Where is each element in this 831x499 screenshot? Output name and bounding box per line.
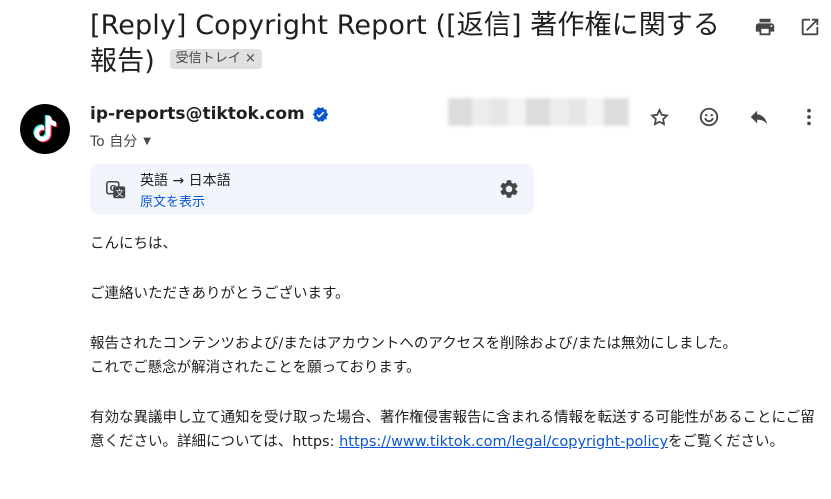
paragraph-2-tail: をご覧ください。: [668, 434, 785, 450]
email-subject: [Reply] Copyright Report ([返信] 著作権に関する報告…: [90, 8, 730, 80]
recipient-line[interactable]: To 自分 ▼: [90, 131, 151, 151]
copyright-policy-link[interactable]: https://www.tiktok.com/legal/copyright-p…: [339, 434, 668, 450]
emoji-icon[interactable]: [696, 104, 722, 130]
show-original-link[interactable]: 原文を表示: [140, 191, 205, 210]
remove-label-icon[interactable]: ×: [245, 51, 256, 66]
greeting: こんにちは、: [90, 236, 177, 252]
chevron-down-icon[interactable]: ▼: [143, 136, 151, 147]
translation-banner: G 文 英語 → 日本語 原文を表示: [90, 164, 534, 214]
thanks-line: ご連絡いただきありがとうございます。: [90, 286, 350, 302]
paragraph-1-line-2: これでご懸念が解消されたことを願っております。: [90, 360, 421, 376]
print-icon[interactable]: [752, 14, 778, 40]
email-body: こんにちは、 ご連絡いただきありがとうございます。 報告されたコンテンツおよび/…: [90, 232, 826, 454]
tiktok-logo: [33, 115, 58, 143]
reply-icon[interactable]: [746, 104, 772, 130]
paragraph-2: 有効な異議申し立て通知を受け取った場合、著作権侵害報告に含まれる情報を転送する可…: [90, 406, 826, 454]
paragraph-1-line-1: 報告されたコンテンツおよび/またはアカウントへのアクセスを削除および/または無効…: [90, 336, 738, 352]
gear-icon[interactable]: [498, 178, 520, 204]
inbox-label-chip[interactable]: 受信トレイ ×: [169, 48, 263, 69]
star-icon[interactable]: [646, 104, 672, 130]
sender-avatar: [20, 104, 70, 154]
translation-languages: 英語 → 日本語: [140, 173, 231, 189]
inbox-label-text: 受信トレイ: [175, 50, 242, 66]
open-in-new-icon[interactable]: [797, 14, 823, 40]
sender-email[interactable]: ip-reports@tiktok.com: [90, 104, 305, 124]
translate-icon: G 文: [105, 179, 127, 205]
sender-row: ip-reports@tiktok.com: [90, 104, 329, 124]
svg-text:文: 文: [116, 188, 124, 198]
redacted-timestamp: [448, 98, 630, 126]
recipient-text: To 自分: [90, 134, 138, 150]
verified-badge-icon: [312, 106, 329, 123]
more-vert-icon[interactable]: [796, 104, 822, 130]
